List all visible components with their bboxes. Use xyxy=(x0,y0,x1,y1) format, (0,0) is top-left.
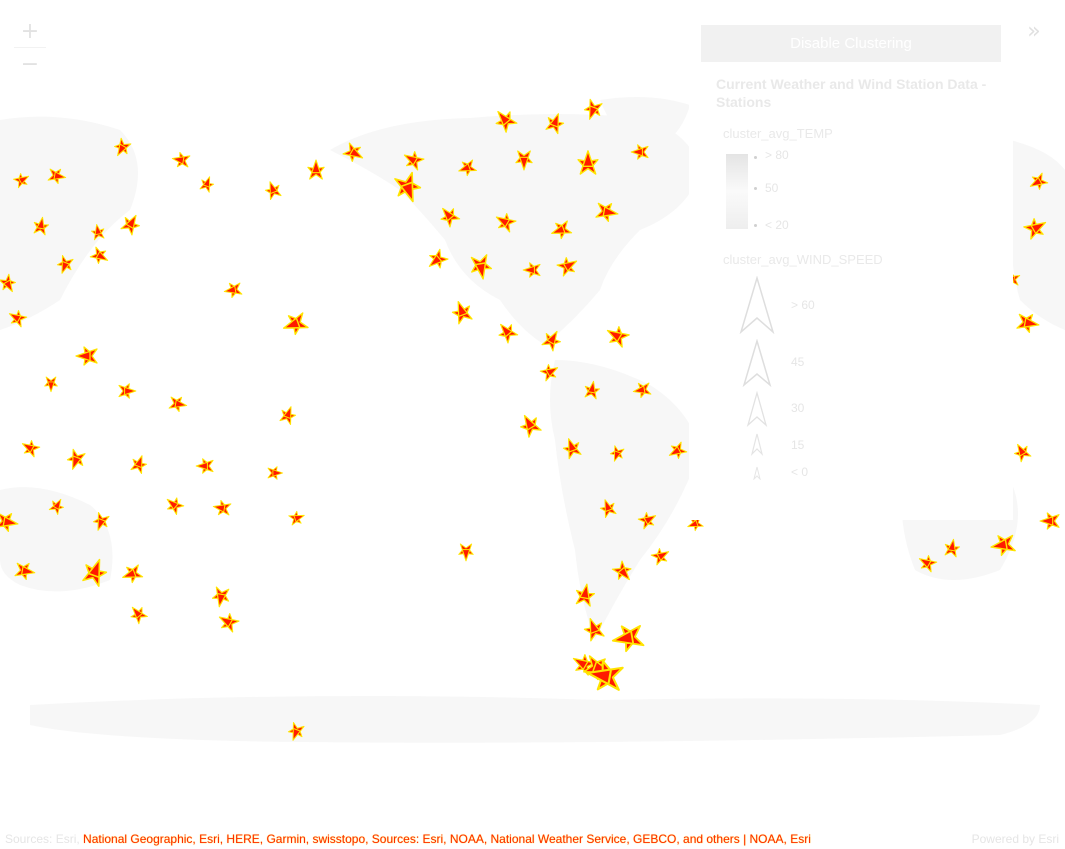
attribution-sources: National Geographic, Esri, HERE, Garmin,… xyxy=(83,832,811,846)
station-marker-icon[interactable] xyxy=(127,603,149,625)
station-marker-icon[interactable] xyxy=(1011,441,1032,463)
station-marker-icon[interactable] xyxy=(171,151,191,168)
powered-by[interactable]: Powered by Esri xyxy=(972,832,1059,846)
zoom-out-button[interactable]: − xyxy=(14,47,46,80)
station-marker-icon[interactable] xyxy=(212,499,232,516)
zoom-in-button[interactable]: + xyxy=(14,15,46,47)
station-marker-icon[interactable] xyxy=(223,282,243,299)
antarctica xyxy=(30,696,1040,743)
station-marker-icon[interactable] xyxy=(19,437,41,458)
wind-arrow-icon xyxy=(750,433,764,456)
station-marker-icon[interactable] xyxy=(517,411,543,438)
ramp-tick xyxy=(754,187,757,190)
station-marker-icon[interactable] xyxy=(494,319,519,344)
station-marker-icon[interactable] xyxy=(75,346,98,366)
station-marker-icon[interactable] xyxy=(199,175,216,193)
eurasia-east xyxy=(1008,140,1065,330)
expand-icon[interactable]: » xyxy=(1018,15,1050,47)
ramp-tick xyxy=(754,156,757,159)
wind-arrow-icon xyxy=(742,339,772,387)
wind-label-60: > 60 xyxy=(791,298,815,312)
wind-arrow-icon xyxy=(739,276,775,334)
temp-label-mid: 50 xyxy=(765,181,779,195)
legend-title: Current Weather and Wind Station Data - … xyxy=(716,76,987,110)
attribution-prefix: Sources: Esri, xyxy=(5,832,84,846)
wind-arrow-icon xyxy=(753,466,761,480)
station-marker-icon[interactable] xyxy=(195,458,214,474)
wind-label-0: < 0 xyxy=(791,465,809,479)
temp-color-ramp xyxy=(726,154,748,229)
south-america xyxy=(550,360,700,640)
station-marker-icon[interactable] xyxy=(611,623,645,653)
wind-label-45: 45 xyxy=(791,355,805,369)
station-marker-icon[interactable] xyxy=(163,494,185,516)
temp-label-high: > 80 xyxy=(765,148,789,162)
station-marker-icon[interactable] xyxy=(288,509,306,526)
station-marker-icon[interactable] xyxy=(458,543,474,562)
station-marker-icon[interactable] xyxy=(1016,312,1041,334)
station-marker-icon[interactable] xyxy=(450,299,474,325)
temp-field-label: cluster_avg_TEMP xyxy=(723,126,833,141)
disable-clustering-button[interactable]: Disable Clustering xyxy=(701,25,1001,62)
wind-arrow-icon xyxy=(746,391,768,427)
station-marker-icon[interactable] xyxy=(280,311,309,338)
station-marker-icon[interactable] xyxy=(267,466,284,480)
ramp-tick xyxy=(754,224,757,227)
station-marker-icon[interactable] xyxy=(118,383,137,399)
station-marker-icon[interactable] xyxy=(424,248,449,273)
wind-label-30: 30 xyxy=(791,401,805,415)
station-marker-icon[interactable] xyxy=(129,453,148,474)
station-marker-icon[interactable] xyxy=(168,396,188,413)
station-marker-icon[interactable] xyxy=(603,323,630,349)
map-attribution: Sources: Esri, National Geographic, Esri… xyxy=(5,832,811,846)
station-marker-icon[interactable] xyxy=(263,179,282,200)
station-marker-icon[interactable] xyxy=(650,545,672,566)
station-marker-icon[interactable] xyxy=(1039,512,1060,530)
station-marker-icon[interactable] xyxy=(65,448,87,472)
legend-panel: Current Weather and Wind Station Data - … xyxy=(689,66,1013,520)
asia-west xyxy=(0,116,138,331)
station-marker-icon[interactable] xyxy=(307,159,325,180)
wind-field-label: cluster_avg_WIND_SPEED xyxy=(723,252,883,267)
temp-label-low: < 20 xyxy=(765,218,789,232)
station-marker-icon[interactable] xyxy=(215,610,240,633)
station-marker-icon[interactable] xyxy=(278,404,297,425)
station-marker-icon[interactable] xyxy=(44,376,58,393)
station-marker-icon[interactable] xyxy=(211,586,230,608)
station-marker-icon[interactable] xyxy=(120,563,144,585)
station-marker-icon[interactable] xyxy=(89,246,111,267)
wind-label-15: 15 xyxy=(791,438,805,452)
